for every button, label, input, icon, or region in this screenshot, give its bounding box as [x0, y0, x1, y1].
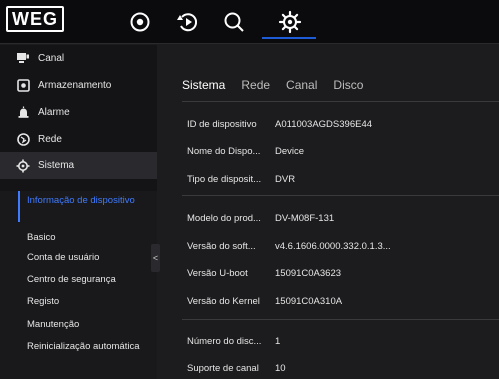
sidebar-item-label: Alarme: [38, 106, 70, 118]
sidebar-item-sistema[interactable]: Sistema: [0, 152, 157, 179]
field-software-version: Versão do soft... v4.6.1606.0000.332.0.1.…: [187, 241, 391, 252]
field-uboot-version: Versão U-boot 15091C0A3623: [187, 268, 341, 279]
field-value: DV-M08F-131: [275, 213, 335, 224]
settings-icon[interactable]: [276, 8, 304, 36]
tab-sistema[interactable]: Sistema: [182, 78, 225, 98]
tab-canal[interactable]: Canal: [286, 78, 317, 98]
field-label: Versão do soft...: [187, 241, 256, 252]
field-label: ID de dispositivo: [187, 119, 257, 130]
sidebar: Canal Armazenamento Alarme Rede Sistema …: [0, 45, 157, 379]
field-device-name: Nome do Dispo... Device: [187, 146, 304, 157]
sidebar-item-label: Canal: [38, 52, 65, 64]
submenu-item-conta-de-usuario[interactable]: Conta de usuário: [27, 252, 151, 263]
storage-icon: [16, 78, 30, 92]
field-device-id: ID de dispositivo A011003AGDS396E44: [187, 119, 372, 130]
tab-divider: [182, 101, 499, 102]
sidebar-item-label: Rede: [38, 133, 62, 145]
field-label: Tipo de disposit...: [187, 174, 262, 185]
field-value: v4.6.1606.0000.332.0.1.3...: [275, 241, 391, 252]
submenu-item-centro-de-seguranca[interactable]: Centro de segurança: [27, 274, 151, 285]
top-bar: WEG: [0, 0, 499, 44]
field-label: Modelo do prod...: [187, 213, 261, 224]
field-value: A011003AGDS396E44: [275, 119, 373, 130]
submenu-item-manutencao[interactable]: Manutenção: [27, 319, 151, 330]
field-disk-number: Número do disc... 1: [187, 336, 280, 347]
chevron-left-icon: <: [152, 253, 159, 263]
group-divider: [182, 195, 499, 196]
field-label: Número do disc...: [187, 336, 262, 347]
submenu-item-basico[interactable]: Basico: [27, 232, 151, 243]
submenu-active-marker: [18, 191, 20, 222]
sidebar-item-label: Armazenamento: [38, 79, 112, 91]
field-value: DVR: [275, 174, 296, 185]
alarm-icon: [16, 105, 30, 119]
sidebar-item-rede[interactable]: Rede: [0, 128, 157, 150]
active-nav-underline: [262, 37, 316, 39]
submenu-item-registo[interactable]: Registo: [27, 296, 151, 307]
submenu-item-reinicializacao-automatica[interactable]: Reinicialização automática: [27, 341, 151, 352]
tab-rede[interactable]: Rede: [241, 78, 270, 98]
field-device-type: Tipo de disposit... DVR: [187, 174, 295, 185]
system-gear-icon: [16, 159, 30, 173]
field-product-model: Modelo do prod... DV-M08F-131: [187, 213, 334, 224]
camera-icon: [16, 51, 30, 65]
field-label: Versão U-boot: [187, 268, 248, 279]
field-label: Suporte de canal: [187, 363, 259, 374]
sidebar-item-label: Sistema: [38, 160, 75, 171]
field-value: 10: [275, 363, 286, 374]
sidebar-item-alarme[interactable]: Alarme: [0, 101, 157, 123]
submenu: Informação de dispositivo Basico Conta d…: [0, 191, 157, 379]
main-panel: Sistema Rede Canal Disco ID de dispositi…: [160, 45, 499, 379]
field-value: 15091C0A3623: [275, 268, 342, 279]
submenu-item-informacao-de-dispositivo[interactable]: Informação de dispositivo: [27, 195, 151, 206]
group-divider: [182, 319, 499, 320]
field-value: 15091C0A310A: [275, 296, 343, 307]
brand-logo: WEG: [6, 6, 64, 32]
sidebar-item-canal[interactable]: Canal: [0, 47, 157, 69]
brand-logo-text: WEG: [12, 9, 58, 29]
field-value: Device: [275, 146, 305, 157]
network-icon: [16, 132, 30, 146]
field-label: Nome do Dispo...: [187, 146, 261, 157]
field-channel-support: Suporte de canal 10: [187, 363, 286, 374]
search-icon[interactable]: [220, 8, 248, 36]
playback-icon[interactable]: [174, 8, 202, 36]
tab-bar: Sistema Rede Canal Disco: [182, 78, 363, 98]
sidebar-item-armazenamento[interactable]: Armazenamento: [0, 74, 157, 96]
field-value: 1: [275, 336, 281, 347]
tab-disco[interactable]: Disco: [333, 78, 363, 98]
field-kernel-version: Versão do Kernel 15091C0A310A: [187, 296, 342, 307]
live-view-icon[interactable]: [126, 8, 154, 36]
sidebar-collapse-handle[interactable]: <: [151, 244, 160, 272]
field-label: Versão do Kernel: [187, 296, 260, 307]
